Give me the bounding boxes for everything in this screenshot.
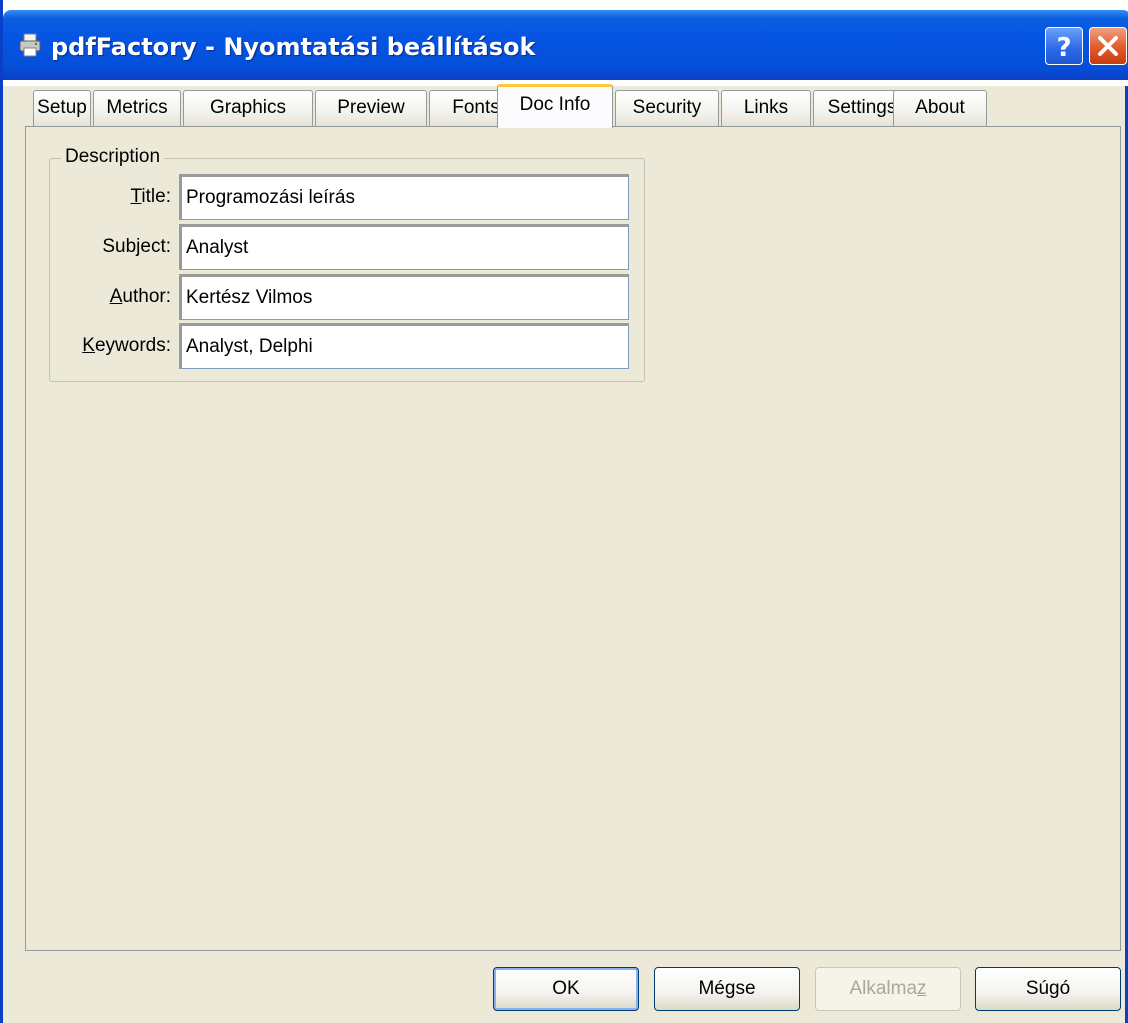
apply-button[interactable]: Alkalmaz xyxy=(815,967,961,1011)
keywords-label-rest: eywords: xyxy=(94,335,171,356)
keywords-label-accel: K xyxy=(82,335,95,356)
close-icon xyxy=(1098,36,1118,56)
title-bar-background[interactable]: pdfFactory - Nyomtatási beállítások ? xyxy=(3,10,1128,80)
tab-preview[interactable]: Preview xyxy=(315,90,427,126)
close-title-button[interactable] xyxy=(1089,27,1127,65)
help-icon: ? xyxy=(1056,33,1071,63)
title-label: Title: xyxy=(21,186,171,208)
title-label-rest: itle: xyxy=(141,186,171,207)
svg-text:?: ? xyxy=(1056,33,1071,63)
title-bar: pdfFactory - Nyomtatási beállítások ? xyxy=(3,0,1128,86)
cancel-button[interactable]: Mégse xyxy=(654,967,800,1011)
author-label: Author: xyxy=(21,286,171,308)
dialog-window: pdfFactory - Nyomtatási beállítások ? Se… xyxy=(0,0,1128,1023)
author-field[interactable] xyxy=(179,274,629,320)
tab-graphics[interactable]: Graphics xyxy=(183,90,313,126)
help-button[interactable]: Súgó xyxy=(975,967,1121,1011)
tab-links[interactable]: Links xyxy=(721,90,811,126)
tab-metrics[interactable]: Metrics xyxy=(93,90,181,126)
author-label-accel: A xyxy=(109,286,123,307)
keywords-label: Keywords: xyxy=(21,335,171,357)
tab-security[interactable]: Security xyxy=(615,90,719,126)
keywords-field[interactable] xyxy=(179,323,629,369)
apply-label-pre: Alkalma xyxy=(849,978,918,999)
ok-button[interactable]: OK xyxy=(493,967,639,1011)
tab-about[interactable]: About xyxy=(893,90,987,126)
title-label-accel: T xyxy=(130,186,142,207)
subject-field[interactable] xyxy=(179,224,629,270)
title-field[interactable] xyxy=(179,174,629,220)
tab-setup[interactable]: Setup xyxy=(33,90,91,126)
printer-icon xyxy=(19,33,41,57)
window-title: pdfFactory - Nyomtatási beállítások xyxy=(51,33,536,61)
help-title-button[interactable]: ? xyxy=(1045,27,1083,65)
apply-label-accel: z xyxy=(917,978,927,999)
tab-doc-info[interactable]: Doc Info xyxy=(497,84,613,128)
author-label-rest: uthor: xyxy=(122,286,171,307)
subject-label: Subject: xyxy=(102,236,171,257)
description-legend: Description xyxy=(61,146,165,168)
